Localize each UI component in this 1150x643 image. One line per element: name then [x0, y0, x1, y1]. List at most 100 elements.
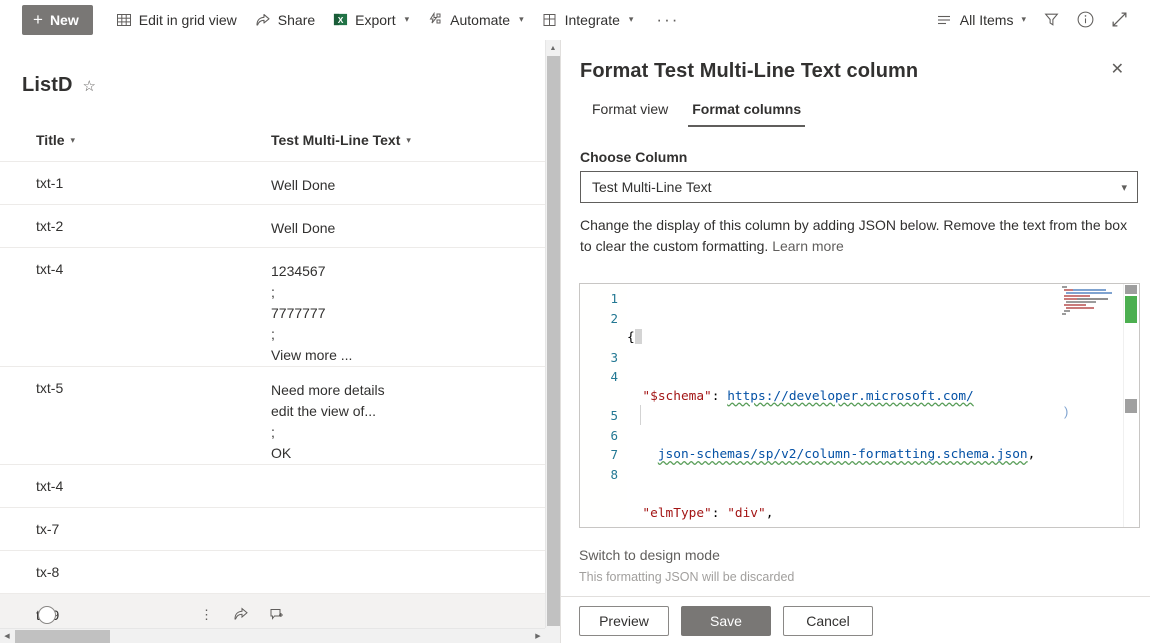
comment-icon[interactable]	[269, 606, 285, 622]
filter-icon[interactable]	[1034, 5, 1068, 35]
table-row[interactable]: txt-1 Well Done	[0, 161, 560, 204]
learn-more-link[interactable]: Learn more	[772, 238, 844, 254]
automate-icon	[427, 11, 443, 28]
discard-note: This formatting JSON will be discarded	[579, 570, 795, 584]
chevron-down-icon: ▾	[1121, 181, 1127, 194]
horizontal-scroll-thumb[interactable]	[15, 630, 110, 643]
command-bar: + New Edit in grid view Share X Export ▾…	[0, 0, 1150, 40]
editor-scroll-marker-green	[1125, 296, 1137, 323]
panel-header: Format Test Multi-Line Text column ✕	[561, 40, 1150, 83]
column-header-title-label: Title	[36, 132, 65, 148]
table-row[interactable]: txt-2 Well Done	[0, 204, 560, 247]
list-horizontal-scrollbar[interactable]: ◀ ▶	[0, 628, 545, 643]
chevron-down-icon: ▾	[519, 14, 524, 24]
code-token-elmtype-key: "elmType"	[642, 505, 712, 521]
line-number: 3	[610, 349, 618, 365]
list-vertical-scrollbar[interactable]: ▲ ▼	[545, 40, 560, 643]
scroll-up-arrow[interactable]: ▲	[546, 40, 560, 56]
panel-title: Format Test Multi-Line Text column	[580, 60, 919, 82]
share-button[interactable]: Share	[246, 5, 324, 35]
chevron-down-icon: ▾	[406, 134, 411, 145]
table-row[interactable]: txt-4 1234567; 7777777; View more ...	[0, 247, 560, 366]
editor-scroll-thumb[interactable]	[1125, 399, 1137, 413]
minimap-line	[1066, 292, 1112, 294]
indent-guide	[640, 405, 641, 425]
cell-title: txt-1	[36, 175, 64, 191]
list-rows: txt-1 Well Done txt-2 Well Done txt-4 1234567…	[0, 161, 560, 643]
preview-button[interactable]: Preview	[579, 606, 669, 636]
tab-format-columns[interactable]: Format columns	[680, 93, 813, 127]
cell-multiline-text: Need more details edit the view of...; OK	[271, 367, 511, 464]
cell-title: txt-4	[36, 478, 64, 494]
json-code-editor[interactable]: 1 2 3 4 5 6 7 8 { "$schema": https://dev…	[579, 283, 1140, 528]
cell-line: Well Done	[271, 220, 336, 236]
cell-title: txt-2	[36, 218, 64, 234]
command-bar-right: All Items ▾	[928, 5, 1150, 35]
code-token-schema-url-1[interactable]: https://developer.microsoft.com/	[727, 389, 974, 404]
view-selector[interactable]: All Items ▾	[928, 12, 1034, 28]
export-label: Export	[355, 11, 396, 28]
share-label: Share	[277, 11, 316, 28]
view-selector-label: All Items	[959, 11, 1014, 28]
minimap-line	[1062, 286, 1067, 288]
column-header-title[interactable]: Title ▾	[36, 132, 271, 148]
table-row[interactable]: tx-8	[0, 550, 560, 593]
table-row[interactable]: tx-7	[0, 507, 560, 550]
sharepoint-list-page: + New Edit in grid view Share X Export ▾…	[0, 0, 1150, 643]
save-button[interactable]: Save	[681, 606, 771, 636]
chevron-down-icon: ▾	[628, 14, 634, 24]
line-number: 7	[610, 447, 618, 462]
cell-multiline-text	[271, 594, 511, 628]
info-icon[interactable]	[1068, 5, 1102, 35]
cancel-button[interactable]: Cancel	[783, 606, 873, 636]
more-options-icon[interactable]: ⋮	[200, 608, 213, 621]
edit-in-grid-view-button[interactable]: Edit in grid view	[107, 5, 246, 35]
list-column-headers: Title ▾ Test Multi-Line Text ▾	[0, 119, 560, 161]
new-button[interactable]: + New	[22, 4, 93, 35]
column-header-multiline[interactable]: Test Multi-Line Text ▾	[271, 132, 511, 148]
minimap-line	[1066, 301, 1096, 303]
choose-column-label: Choose Column	[580, 149, 688, 165]
editor-scroll-marker-gray	[1125, 285, 1137, 294]
cell-multiline-text	[271, 551, 511, 585]
table-row[interactable]: txt-5 Need more details edit the view of..…	[0, 366, 560, 464]
editor-scrollbar[interactable]	[1123, 284, 1139, 527]
export-button[interactable]: X Export ▾	[324, 5, 418, 35]
expand-icon[interactable]	[1102, 5, 1136, 35]
code-token-elmtype-value: "div"	[727, 505, 766, 521]
panel-footer-buttons: Preview Save Cancel	[579, 606, 873, 636]
minimap-line	[1066, 307, 1094, 309]
cell-title: tx-8	[36, 564, 60, 580]
editor-code-content[interactable]: { "$schema": https://developer.microsoft…	[627, 284, 1117, 527]
cell-multiline-text: Well Done	[271, 162, 511, 196]
vertical-scroll-thumb[interactable]	[547, 56, 560, 626]
command-bar-left: + New Edit in grid view Share X Export ▾…	[0, 4, 928, 35]
tab-format-view[interactable]: Format view	[580, 93, 680, 127]
integrate-button[interactable]: Integrate ▾	[533, 5, 643, 35]
choose-column-dropdown[interactable]: Test Multi-Line Text ▾	[580, 171, 1138, 203]
share-icon	[255, 12, 271, 28]
share-icon[interactable]	[233, 606, 249, 622]
cell-line: Need more details	[271, 382, 385, 398]
minimap-line	[1064, 298, 1108, 300]
close-icon[interactable]: ✕	[1107, 60, 1128, 80]
table-row[interactable]: txt-4	[0, 464, 560, 507]
cell-line: Well Done	[271, 177, 336, 193]
code-token-schema-url-2[interactable]: json-schemas/sp/v2/column-formatting.sch…	[658, 447, 1028, 462]
editor-minimap[interactable]: )	[1061, 286, 1117, 527]
more-commands-button[interactable]: ···	[642, 10, 693, 30]
switch-to-design-mode-link[interactable]: Switch to design mode	[579, 547, 720, 563]
scroll-right-arrow[interactable]: ▶	[531, 629, 545, 643]
page-title: ListD	[22, 74, 73, 96]
scroll-left-arrow[interactable]: ◀	[0, 632, 14, 640]
cell-line: edit the view of...	[271, 403, 377, 419]
panel-tabs: Format view Format columns	[561, 83, 1150, 127]
cell-line: ;	[271, 326, 275, 342]
cell-line: ;	[271, 424, 275, 440]
star-icon[interactable]: ☆	[83, 77, 96, 95]
minimap-line	[1062, 313, 1066, 315]
row-select-checkbox[interactable]	[38, 606, 56, 624]
automate-button[interactable]: Automate ▾	[418, 5, 532, 35]
cell-line: ;	[271, 284, 275, 300]
code-token-schema-key: "$schema"	[642, 388, 712, 404]
